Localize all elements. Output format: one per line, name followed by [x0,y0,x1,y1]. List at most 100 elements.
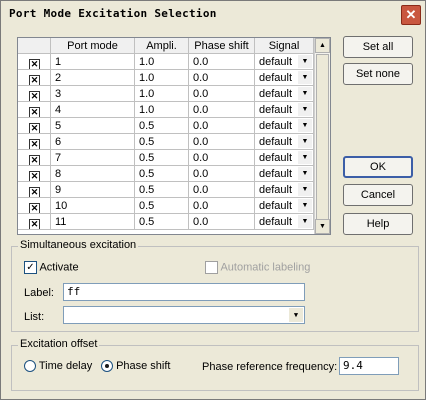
signal-dropdown[interactable]: default ▼ [255,182,314,198]
port-mode-cell[interactable]: 10 [51,198,135,214]
time-delay-radio-icon[interactable] [24,360,36,373]
phase-shift-cell[interactable]: 0.0 [189,134,255,150]
chevron-down-icon[interactable]: ▼ [298,183,312,196]
activate-check-icon[interactable]: ✓ [24,261,37,274]
phase-shift-cell[interactable]: 0.0 [189,198,255,214]
row-checkbox[interactable]: ✕ [18,70,51,86]
phase-shift-cell[interactable]: 0.0 [189,86,255,102]
row-check-icon[interactable]: ✕ [29,155,40,165]
help-button[interactable]: Help [343,213,413,235]
ampli-cell[interactable]: 0.5 [135,134,189,150]
chevron-down-icon[interactable]: ▼ [298,87,312,100]
phase-shift-cell[interactable]: 0.0 [189,118,255,134]
port-mode-cell[interactable]: 5 [51,118,135,134]
row-check-icon[interactable]: ✕ [29,139,40,149]
signal-dropdown[interactable]: default ▼ [255,150,314,166]
row-check-icon[interactable]: ✕ [29,59,40,69]
signal-dropdown[interactable]: default ▼ [255,134,314,150]
phase-shift-cell[interactable]: 0.0 [189,70,255,86]
port-mode-cell[interactable]: 9 [51,182,135,198]
signal-dropdown[interactable]: default ▼ [255,198,314,214]
row-check-icon[interactable]: ✕ [29,107,40,117]
ampli-cell[interactable]: 0.5 [135,118,189,134]
table-row[interactable]: ✕ 8 0.5 0.0 default ▼ [18,166,314,182]
table-row[interactable]: ✕ 7 0.5 0.0 default ▼ [18,150,314,166]
ok-button[interactable]: OK [343,156,413,178]
ampli-cell[interactable]: 1.0 [135,70,189,86]
row-check-icon[interactable]: ✕ [29,203,40,213]
row-checkbox[interactable]: ✕ [18,102,51,118]
signal-dropdown[interactable]: default ▼ [255,214,314,230]
chevron-down-icon[interactable]: ▼ [298,103,312,116]
chevron-down-icon[interactable]: ▼ [298,135,312,148]
row-checkbox[interactable]: ✕ [18,214,51,230]
title-bar[interactable]: Port Mode Excitation Selection ✕ [1,1,425,25]
table-row[interactable]: ✕ 3 1.0 0.0 default ▼ [18,86,314,102]
ampli-cell[interactable]: 1.0 [135,102,189,118]
row-checkbox[interactable]: ✕ [18,54,51,70]
row-checkbox[interactable]: ✕ [18,86,51,102]
ampli-cell[interactable]: 1.0 [135,54,189,70]
chevron-down-icon[interactable]: ▼ [298,119,312,132]
ampli-cell[interactable]: 0.5 [135,214,189,230]
table-row[interactable]: ✕ 1 1.0 0.0 default ▼ [18,54,314,70]
phase-shift-cell[interactable]: 0.0 [189,166,255,182]
row-check-icon[interactable]: ✕ [29,123,40,133]
port-mode-cell[interactable]: 6 [51,134,135,150]
port-mode-cell[interactable]: 11 [51,214,135,230]
table-row[interactable]: ✕ 6 0.5 0.0 default ▼ [18,134,314,150]
row-checkbox[interactable]: ✕ [18,118,51,134]
port-mode-cell[interactable]: 7 [51,150,135,166]
row-check-icon[interactable]: ✕ [29,219,40,229]
scroll-down-icon[interactable]: ▼ [315,219,330,234]
set-all-button[interactable]: Set all [343,36,413,58]
time-delay-radio[interactable]: Time delay [24,360,92,373]
automatic-labeling-checkbox[interactable]: Automatic labeling [205,261,310,274]
chevron-down-icon[interactable]: ▼ [298,151,312,164]
phase-shift-cell[interactable]: 0.0 [189,182,255,198]
row-checkbox[interactable]: ✕ [18,150,51,166]
phase-shift-cell[interactable]: 0.0 [189,102,255,118]
row-checkbox[interactable]: ✕ [18,166,51,182]
port-mode-cell[interactable]: 1 [51,54,135,70]
signal-dropdown[interactable]: default ▼ [255,166,314,182]
scroll-thumb[interactable] [316,54,329,224]
phase-shift-radio-icon[interactable] [101,360,113,373]
row-checkbox[interactable]: ✕ [18,198,51,214]
chevron-down-icon[interactable]: ▼ [298,71,312,84]
cancel-button[interactable]: Cancel [343,184,413,206]
label-input[interactable]: ff [63,283,305,301]
table-row[interactable]: ✕ 11 0.5 0.0 default ▼ [18,214,314,230]
signal-dropdown[interactable]: default ▼ [255,118,314,134]
set-none-button[interactable]: Set none [343,63,413,85]
row-checkbox[interactable]: ✕ [18,182,51,198]
table-scrollbar[interactable]: ▲ ▼ [314,38,330,234]
signal-dropdown[interactable]: default ▼ [255,86,314,102]
phase-shift-radio[interactable]: Phase shift [101,360,170,373]
signal-dropdown[interactable]: default ▼ [255,102,314,118]
signal-dropdown[interactable]: default ▼ [255,70,314,86]
list-combobox[interactable]: ▼ [63,306,305,324]
table-row[interactable]: ✕ 2 1.0 0.0 default ▼ [18,70,314,86]
reference-frequency-input[interactable]: 9.4 [339,357,399,375]
table-row[interactable]: ✕ 10 0.5 0.0 default ▼ [18,198,314,214]
chevron-down-icon[interactable]: ▼ [298,199,312,212]
ampli-cell[interactable]: 1.0 [135,86,189,102]
phase-shift-cell[interactable]: 0.0 [189,214,255,230]
signal-dropdown[interactable]: default ▼ [255,54,314,70]
row-check-icon[interactable]: ✕ [29,187,40,197]
table-row[interactable]: ✕ 5 0.5 0.0 default ▼ [18,118,314,134]
chevron-down-icon[interactable]: ▼ [298,167,312,180]
row-check-icon[interactable]: ✕ [29,75,40,85]
table-row[interactable]: ✕ 9 0.5 0.0 default ▼ [18,182,314,198]
close-button[interactable]: ✕ [401,5,421,25]
phase-shift-cell[interactable]: 0.0 [189,54,255,70]
chevron-down-icon[interactable]: ▼ [289,308,303,322]
row-checkbox[interactable]: ✕ [18,134,51,150]
scroll-up-icon[interactable]: ▲ [315,38,330,53]
ampli-cell[interactable]: 0.5 [135,182,189,198]
port-mode-cell[interactable]: 4 [51,102,135,118]
row-check-icon[interactable]: ✕ [29,91,40,101]
ampli-cell[interactable]: 0.5 [135,150,189,166]
ampli-cell[interactable]: 0.5 [135,198,189,214]
